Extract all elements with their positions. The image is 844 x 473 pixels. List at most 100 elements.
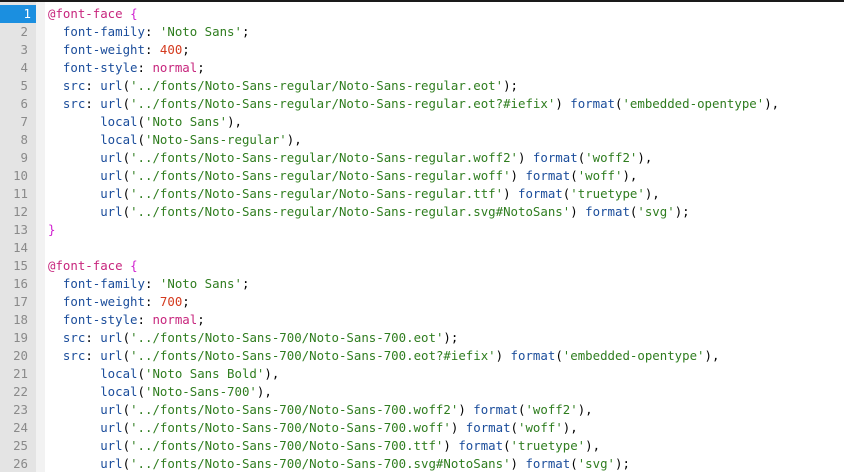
code-token: font-style (62, 312, 138, 327)
code-token: { (130, 258, 138, 273)
line-code: url('../fonts/Noto-Sans-700/Noto-Sans-70… (48, 455, 630, 473)
code-token: src (62, 78, 86, 93)
code-line[interactable]: 2 font-family: 'Noto Sans'; (0, 23, 844, 41)
code-token: format (570, 96, 615, 111)
line-code: src: url('../fonts/Noto-Sans-700/Noto-Sa… (48, 329, 458, 347)
code-line[interactable]: 17 font-weight: 700; (0, 293, 844, 311)
code-token: ), (577, 402, 593, 417)
code-token: @font-face (48, 6, 123, 21)
code-token: '../fonts/Noto-Sans-regular/Noto-Sans-re… (130, 78, 504, 93)
editor-top-border (0, 0, 844, 2)
line-code: url('../fonts/Noto-Sans-regular/Noto-San… (48, 167, 637, 185)
code-line[interactable]: 13} (0, 221, 844, 239)
code-token: 'Noto Sans Bold' (145, 366, 265, 381)
code-token: ; (182, 294, 190, 309)
code-token: ( (122, 204, 131, 219)
line-code: font-family: 'Noto Sans'; (48, 275, 250, 293)
line-number: 11 (13, 186, 28, 201)
code-token: '../fonts/Noto-Sans-700/Noto-Sans-700.eo… (130, 348, 496, 363)
code-token: src (62, 348, 86, 363)
code-line[interactable]: 24 url('../fonts/Noto-Sans-700/Noto-Sans… (0, 419, 844, 437)
code-token: url (100, 402, 123, 417)
code-token: ; (241, 24, 250, 39)
code-token: ( (122, 402, 131, 417)
code-token: 'truetype' (510, 438, 586, 453)
code-token: normal (152, 60, 198, 75)
code-line[interactable]: 20 src: url('../fonts/Noto-Sans-700/Noto… (0, 347, 844, 365)
code-token: font-family (62, 24, 145, 39)
code-token: ); (443, 330, 459, 345)
code-token: local (100, 366, 138, 381)
code-token: ( (137, 114, 145, 129)
code-line[interactable]: 26 url('../fonts/Noto-Sans-700/Noto-Sans… (0, 455, 844, 473)
code-token: ); (674, 204, 690, 219)
code-line[interactable]: 11 url('../fonts/Noto-Sans-regular/Noto-… (0, 185, 844, 203)
code-line[interactable]: 16 font-family: 'Noto Sans'; (0, 275, 844, 293)
line-code: url('../fonts/Noto-Sans-regular/Noto-San… (48, 203, 690, 221)
code-token: ( (122, 78, 131, 93)
line-number: 7 (20, 114, 28, 129)
line-number: 15 (13, 258, 28, 273)
code-token: url (100, 348, 123, 363)
code-token: ) (510, 168, 526, 183)
code-line[interactable]: 8 local('Noto-Sans-regular'), (0, 131, 844, 149)
code-line[interactable]: 9 url('../fonts/Noto-Sans-regular/Noto-S… (0, 149, 844, 167)
code-token: ; (241, 276, 250, 291)
code-token: 400 (159, 42, 183, 57)
code-token: '../fonts/Noto-Sans-regular/Noto-Sans-re… (130, 150, 518, 165)
code-token: ( (122, 168, 131, 183)
code-token: font-style (62, 60, 138, 75)
line-code: local('Noto Sans'), (48, 113, 242, 131)
code-line[interactable]: 1 @font-face { (0, 5, 844, 23)
code-line[interactable]: 21 local('Noto Sans Bold'), (0, 365, 844, 383)
code-line[interactable]: 18 font-style: normal; (0, 311, 844, 329)
code-token: 'Noto Sans' (159, 24, 242, 39)
code-line[interactable]: 25 url('../fonts/Noto-Sans-700/Noto-Sans… (0, 437, 844, 455)
code-token: url (100, 78, 123, 93)
code-line[interactable]: 12 url('../fonts/Noto-Sans-regular/Noto-… (0, 203, 844, 221)
code-token: : (85, 78, 101, 93)
code-line[interactable]: 23 url('../fonts/Noto-Sans-700/Noto-Sans… (0, 401, 844, 419)
code-token: ( (503, 438, 511, 453)
code-line[interactable]: 14 (0, 239, 844, 257)
line-number: 6 (20, 96, 28, 111)
code-line[interactable]: 5 src: url('../fonts/Noto-Sans-regular/N… (0, 77, 844, 95)
code-line[interactable]: 7 local('Noto Sans'), (0, 113, 844, 131)
code-token: url (100, 438, 123, 453)
code-line[interactable]: 6 src: url('../fonts/Noto-Sans-regular/N… (0, 95, 844, 113)
code-line[interactable]: 22 local('Noto-Sans-700'), (0, 383, 844, 401)
code-line[interactable]: 4 font-style: normal; (0, 59, 844, 77)
code-line[interactable]: 10 url('../fonts/Noto-Sans-regular/Noto-… (0, 167, 844, 185)
code-lines[interactable]: 1 @font-face {2 font-family: 'Noto Sans';… (0, 5, 844, 473)
code-line[interactable]: 19 src: url('../fonts/Noto-Sans-700/Noto… (0, 329, 844, 347)
code-line[interactable]: 3 font-weight: 400; (0, 41, 844, 59)
code-token: ), (704, 348, 720, 363)
code-token: 'woff2' (525, 402, 578, 417)
code-token: '../fonts/Noto-Sans-700/Noto-Sans-700.wo… (130, 420, 451, 435)
code-token: ) (458, 402, 474, 417)
code-token: ( (122, 348, 131, 363)
code-token: } (48, 222, 56, 237)
code-token: ) (555, 96, 571, 111)
code-token: ( (122, 420, 131, 435)
code-token: ; (197, 60, 205, 75)
code-token: 'embedded-opentype' (562, 348, 705, 363)
line-code: url('../fonts/Noto-Sans-700/Noto-Sans-70… (48, 419, 577, 437)
code-line[interactable]: 15 @font-face { (0, 257, 844, 275)
code-token: ( (510, 420, 519, 435)
code-token: 700 (159, 294, 183, 309)
code-editor[interactable]: 1 @font-face {2 font-family: 'Noto Sans';… (0, 0, 844, 472)
code-token: format (518, 186, 563, 201)
code-token: format (473, 402, 518, 417)
line-number: 19 (13, 330, 28, 345)
